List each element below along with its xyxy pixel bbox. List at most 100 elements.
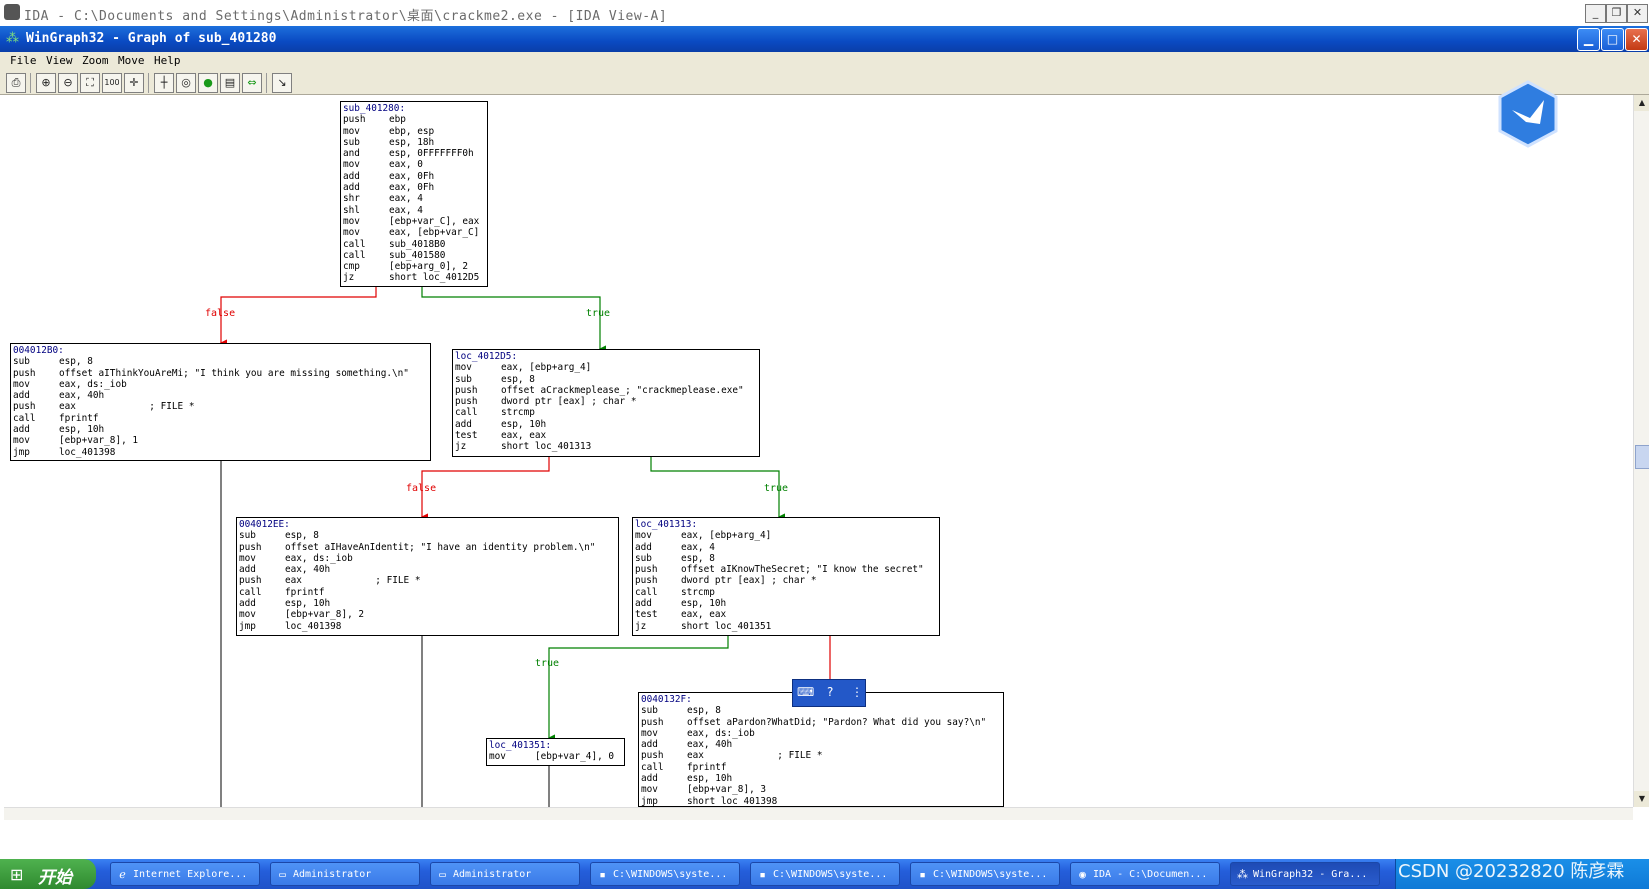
wingraph-minimize-button[interactable]: ▁ xyxy=(1577,28,1600,51)
graph-node-sub_401280[interactable]: sub_401280: push ebp mov ebp, esp sub esp, 18h… xyxy=(340,101,488,287)
menu-help[interactable]: Help xyxy=(154,54,181,67)
ida-minimize-button[interactable]: _ xyxy=(1585,4,1606,23)
start-button[interactable]: ⊞ 开始 xyxy=(0,859,96,889)
graph-node-loc_401351[interactable]: loc_401351: mov [ebp+var_4], 0 xyxy=(486,738,625,766)
asm-operands: loc_401398 xyxy=(59,446,116,458)
wingraph-close-button[interactable]: ✕ xyxy=(1625,28,1648,51)
asm-line: cmp [ebp+arg_0], 2 xyxy=(343,261,485,272)
asm-operands: dword ptr [eax] ; char * xyxy=(501,396,637,408)
asm-operands: eax, ds:_iob xyxy=(285,552,353,564)
wingraph-maximize-button[interactable]: □ xyxy=(1601,28,1624,51)
asm-operands: eax, 40h xyxy=(285,564,331,576)
ida-restore-button[interactable]: ❐ xyxy=(1606,4,1627,23)
taskbar-item-ie[interactable]: ℯ Internet Explore... xyxy=(110,862,260,886)
asm-operands: eax, 0Fh xyxy=(389,170,435,182)
taskbar-item-ida[interactable]: ◉ IDA - C:\Documen... xyxy=(1070,862,1220,886)
asm-mnemonic: sub xyxy=(13,356,30,368)
graph-node-004012EE[interactable]: 004012EE: sub esp, 8 push offset aIHaveAnIde… xyxy=(236,517,619,636)
menu-move[interactable]: Move xyxy=(118,54,145,67)
asm-line: call sub_401580 xyxy=(343,250,485,261)
asm-mnemonic: mov xyxy=(13,435,30,447)
horizontal-scrollbar[interactable] xyxy=(4,807,1633,820)
scroll-thumb[interactable] xyxy=(1635,445,1649,469)
asm-line: add eax, 40h xyxy=(239,564,616,575)
node-label: sub_401280: xyxy=(343,103,406,114)
taskbar-item-folder[interactable]: ▭ Administrator xyxy=(270,862,420,886)
asm-operands: short loc_401398 xyxy=(687,795,778,807)
menu-zoom[interactable]: Zoom xyxy=(82,54,109,67)
asm-operands: eax, [ebp+arg_4] xyxy=(681,530,772,542)
zoom-100-icon[interactable]: 100 xyxy=(102,73,122,93)
origin-icon[interactable]: ┼ xyxy=(154,73,174,93)
keyboard-icon[interactable]: ⌨ xyxy=(797,685,814,699)
zoom-out-icon[interactable]: ⊖ xyxy=(58,73,78,93)
taskbar-item-console[interactable]: ▪ C:\WINDOWS\syste... xyxy=(750,862,900,886)
asm-operands: esp, 8 xyxy=(59,356,93,368)
asm-mnemonic: jmp xyxy=(13,446,30,458)
asm-operands: fprintf xyxy=(687,761,727,773)
ida-close-button[interactable]: ✕ xyxy=(1627,4,1648,23)
asm-operands: esp, 10h xyxy=(681,598,727,610)
asm-operands: eax ; FILE * xyxy=(285,575,421,587)
asm-operands: fprintf xyxy=(59,412,99,424)
graph-node-loc_401313[interactable]: loc_401313: mov eax, [ebp+arg_4] add eax, 4s… xyxy=(632,517,940,636)
asm-line: call fprintf xyxy=(641,762,1001,773)
globe-icon[interactable]: ● xyxy=(198,73,218,93)
folder-icon: ▭ xyxy=(439,868,446,881)
asm-mnemonic: add xyxy=(641,773,658,785)
scroll-up-icon[interactable]: ▲ xyxy=(1634,95,1649,111)
taskbar-item-console[interactable]: ▪ C:\WINDOWS\syste... xyxy=(590,862,740,886)
ida-app-icon xyxy=(4,4,20,20)
select-icon[interactable]: ↘ xyxy=(272,73,292,93)
asm-mnemonic: push xyxy=(455,384,478,396)
asm-line: add eax, 0Fh xyxy=(343,182,485,193)
menu-file[interactable]: File xyxy=(10,54,37,67)
asm-mnemonic: push xyxy=(641,716,664,728)
print-icon[interactable]: ⎙ xyxy=(6,73,26,93)
edge-label-true: true xyxy=(586,308,611,319)
graph-node-0040132F[interactable]: 0040132F: sub esp, 8 push offset aPardon?Wha… xyxy=(638,692,1004,807)
floating-toolbar[interactable]: ⌨ ? ⋮ xyxy=(792,679,866,707)
graph-node-004012B0[interactable]: 004012B0: sub esp, 8 push offset aIThinkYouA… xyxy=(10,343,431,461)
help-icon[interactable]: ? xyxy=(827,685,833,699)
asm-mnemonic: add xyxy=(13,390,30,402)
bird-logo-icon xyxy=(1498,80,1558,148)
circle-icon[interactable]: ◎ xyxy=(176,73,196,93)
vertical-scrollbar[interactable]: ▲ ▼ xyxy=(1633,95,1649,807)
asm-mnemonic: shl xyxy=(343,204,360,216)
edge-n1-n3 xyxy=(421,287,606,353)
console-icon: ▪ xyxy=(919,868,926,881)
taskbar-item-folder[interactable]: ▭ Administrator xyxy=(430,862,580,886)
layout-icon[interactable]: ▤ xyxy=(220,73,240,93)
task-label: WinGraph32 - Gra... xyxy=(1253,869,1368,880)
scroll-down-icon[interactable]: ▼ xyxy=(1634,791,1649,807)
asm-line: add eax, 40h xyxy=(641,739,1001,750)
menu-view[interactable]: View xyxy=(46,54,73,67)
asm-line: push offset aIThinkYouAreMi; "I think you… xyxy=(13,368,428,379)
taskbar-item-console[interactable]: ▪ C:\WINDOWS\syste... xyxy=(910,862,1060,886)
asm-operands: [ebp+var_4], 0 xyxy=(535,751,615,763)
windows-flag-icon: ⊞ xyxy=(10,865,24,884)
edge-label-true: true xyxy=(535,658,560,669)
asm-line: call fprintf xyxy=(13,413,428,424)
chevron-down-icon[interactable]: ⋮ xyxy=(851,685,863,699)
asm-mnemonic: add xyxy=(343,170,360,182)
arrow-icon[interactable]: ⇔ xyxy=(242,73,262,93)
asm-operands: eax, [ebp+arg_4] xyxy=(501,362,592,374)
center-icon[interactable]: ✛ xyxy=(124,73,144,93)
ida-icon: ◉ xyxy=(1079,868,1086,881)
asm-line: call fprintf xyxy=(239,587,616,598)
asm-mnemonic: mov xyxy=(239,609,256,621)
asm-line: push offset aCrackmeplease_; "crackmeplea… xyxy=(455,385,757,396)
task-label: C:\WINDOWS\syste... xyxy=(613,869,728,880)
zoom-in-icon[interactable]: ⊕ xyxy=(36,73,56,93)
asm-mnemonic: mov xyxy=(489,751,506,763)
asm-line: mov ebp, esp xyxy=(343,126,485,137)
asm-line: mov eax, ds:_iob xyxy=(13,379,428,390)
asm-mnemonic: sub xyxy=(343,136,360,148)
asm-mnemonic: jmp xyxy=(641,795,658,807)
taskbar-item-wingraph[interactable]: ⁂ WinGraph32 - Gra... xyxy=(1230,862,1380,886)
asm-line: call sub_4018B0 xyxy=(343,239,485,250)
graph-node-loc_4012D5[interactable]: loc_4012D5: mov eax, [ebp+arg_4] sub esp, 8p… xyxy=(452,349,760,457)
fit-icon[interactable]: ⛶ xyxy=(80,73,100,93)
